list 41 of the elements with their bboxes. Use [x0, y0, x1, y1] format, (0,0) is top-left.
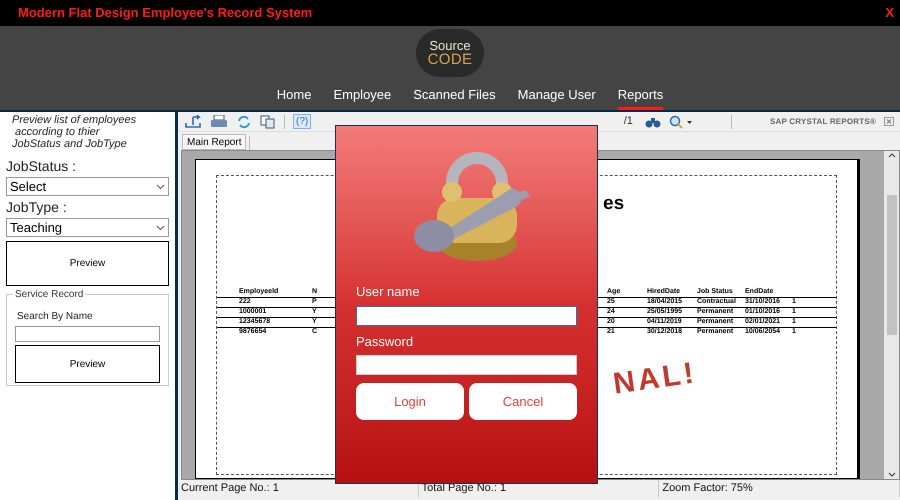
window-title: Modern Flat Design Employee's Record System — [18, 4, 312, 22]
report-tab[interactable]: Main Report — [182, 134, 246, 150]
printer-icon[interactable] — [210, 114, 228, 128]
field-label: JobType : — [6, 198, 68, 217]
preview-button[interactable]: Preview — [6, 241, 169, 286]
chevron-icon — [156, 184, 165, 190]
brand-text: SAP CRYSTAL REPORTS® — [770, 116, 876, 128]
status-text: Zoom Factor: 75% — [659, 480, 900, 497]
page-count: /1 — [624, 114, 633, 130]
copy-icon[interactable] — [260, 114, 276, 128]
field-label: User name — [356, 283, 421, 301]
nav-tab[interactable]: Manage User — [518, 84, 596, 110]
close-button[interactable]: X — [881, 3, 898, 22]
field-label: JobStatus : — [6, 157, 78, 176]
stamp-text: NAL! — [610, 355, 700, 403]
dropdown[interactable]: Select — [6, 177, 169, 196]
refresh-icon[interactable] — [236, 114, 252, 128]
chevron-down-icon[interactable] — [888, 472, 896, 477]
nav-tab[interactable]: Employee — [333, 84, 392, 110]
export-icon[interactable] — [184, 114, 202, 128]
scrollbar[interactable] — [884, 151, 899, 479]
nav-tab[interactable]: Home — [276, 84, 312, 110]
username-field[interactable] — [356, 306, 577, 326]
field-label: Search By Name — [16, 310, 94, 324]
dropdown[interactable]: Teaching — [6, 218, 169, 237]
zoom-icon[interactable] — [668, 114, 693, 128]
preview-button[interactable]: Preview — [15, 345, 160, 383]
close-icon[interactable] — [884, 117, 894, 126]
nav-tab[interactable]: Scanned Files — [413, 84, 496, 110]
cancel-button[interactable]: Cancel — [469, 383, 577, 420]
binoculars-icon[interactable] — [644, 116, 661, 128]
search-field[interactable] — [15, 326, 160, 342]
description-text: Preview list of employees according to thier JobStatus and JobType — [11, 114, 138, 150]
report-title: es — [603, 192, 624, 216]
chevron-icon — [156, 224, 165, 230]
logo: Source CODE — [416, 28, 484, 76]
password-field[interactable] — [356, 355, 577, 375]
login-button[interactable]: Login — [356, 383, 464, 420]
chevron-up-icon[interactable] — [888, 153, 896, 158]
field-label: Password — [356, 332, 414, 350]
help-button[interactable]: (?) — [293, 114, 312, 129]
